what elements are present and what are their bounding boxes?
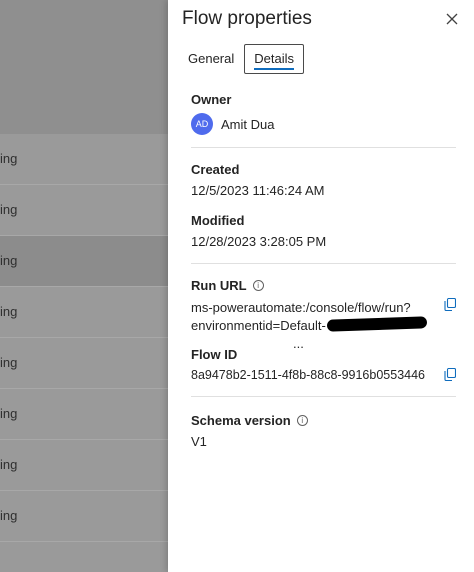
background-list: ing ing ing ing ing ing ing ing — [0, 0, 168, 572]
owner-name: Amit Dua — [221, 116, 275, 132]
tab-general[interactable]: General — [182, 44, 240, 74]
list-item-text: ing — [0, 406, 18, 421]
divider — [191, 396, 456, 397]
schema-version-label-text: Schema version — [191, 413, 291, 428]
modified-section: Modified 12/28/2023 3:28:05 PM — [191, 213, 456, 249]
modified-value: 12/28/2023 3:28:05 PM — [191, 234, 327, 249]
close-icon — [446, 13, 458, 25]
list-item: ing — [0, 491, 168, 542]
copy-icon[interactable] — [444, 298, 456, 311]
created-value: 12/5/2023 11:46:24 AM — [191, 183, 325, 198]
schema-version-label: Schema version i — [191, 413, 456, 428]
list-item-text: ing — [0, 304, 18, 319]
list-item: ing — [0, 389, 168, 440]
list-item-text: ing — [0, 202, 18, 217]
run-url-label: Run URL i — [191, 278, 456, 293]
divider — [191, 263, 456, 264]
background-header — [0, 0, 168, 134]
created-label: Created — [191, 162, 240, 177]
list-item: ing — [0, 185, 168, 236]
list-item: ing — [0, 134, 168, 185]
run-url-line1: ms-powerautomate:/console/flow/run? — [191, 300, 411, 315]
close-button[interactable] — [444, 11, 460, 27]
list-item-text: ing — [0, 151, 18, 166]
flow-properties-panel: Flow properties General Details Owner AD… — [168, 0, 474, 572]
run-url-line2-text: environmentid=Default- — [191, 318, 326, 333]
modified-label: Modified — [191, 213, 245, 228]
list-item-text: ing — [0, 355, 18, 370]
copy-icon[interactable] — [444, 368, 456, 381]
list-item: ing — [0, 338, 168, 389]
schema-version-section: Schema version i V1 — [191, 413, 456, 449]
schema-version-value: V1 — [191, 434, 207, 449]
flow-id-section: Flow ID 8a9478b2-1511-4f8b-88c8-9916b055… — [191, 347, 456, 382]
info-icon[interactable]: i — [252, 280, 264, 291]
run-url-label-text: Run URL — [191, 278, 247, 293]
list-item: ing — [0, 236, 168, 287]
run-url-value: ms-powerautomate:/console/flow/run? envi… — [191, 299, 441, 353]
list-item-text: ing — [0, 457, 18, 472]
created-section: Created 12/5/2023 11:46:24 AM — [191, 162, 456, 198]
flow-id-value: 8a9478b2-1511-4f8b-88c8-9916b0553446 — [191, 368, 426, 382]
owner-section: Owner AD Amit Dua — [191, 92, 456, 135]
list-item-text: ing — [0, 508, 18, 523]
tab-details[interactable]: Details — [244, 44, 304, 74]
owner-label: Owner — [191, 92, 232, 107]
info-icon[interactable]: i — [296, 415, 308, 426]
run-url-section: Run URL i ms-powerautomate:/console/flow… — [191, 278, 456, 353]
list-item-text: ing — [0, 253, 18, 268]
panel-title: Flow properties — [182, 8, 312, 29]
list-item: ing — [0, 287, 168, 338]
list-item: ing — [0, 440, 168, 491]
tab-bar: General Details — [182, 44, 308, 74]
avatar: AD — [191, 113, 213, 135]
flow-id-label: Flow ID — [191, 347, 238, 362]
divider — [191, 147, 456, 148]
